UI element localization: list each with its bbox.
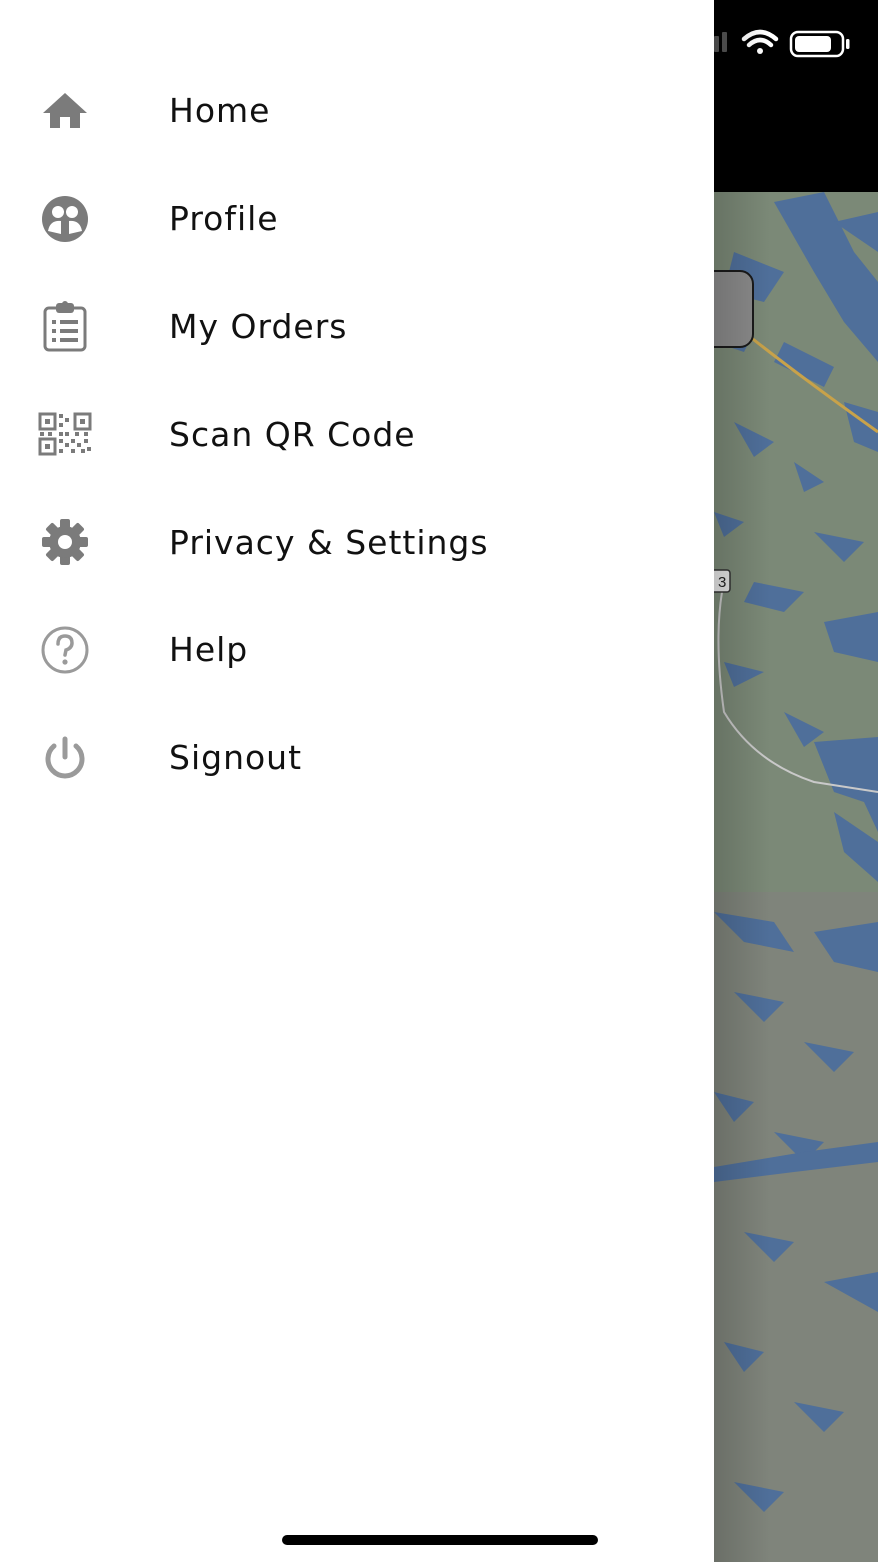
map-view[interactable]: 3: [714, 192, 878, 1562]
app-screen: 3 Home Profile My Orders Scan QR Code Pr…: [0, 0, 878, 1562]
battery-icon: [789, 30, 850, 58]
drawer-menu: Home Profile My Orders Scan QR Code Priv…: [0, 57, 714, 812]
menu-label-profile: Profile: [169, 199, 279, 239]
menu-label-scan-qr-code: Scan QR Code: [169, 414, 416, 454]
menu-label-home: Home: [169, 91, 271, 131]
wifi-icon: [741, 29, 779, 54]
menu-item-profile[interactable]: Profile: [0, 165, 714, 273]
status-bar: [714, 26, 878, 62]
map-search-button[interactable]: [714, 270, 754, 348]
signal-icon: [714, 32, 727, 52]
menu-item-my-orders[interactable]: My Orders: [0, 273, 714, 381]
clipboard-list-icon: [37, 298, 93, 354]
menu-item-home[interactable]: Home: [0, 57, 714, 165]
menu-item-help[interactable]: Help: [0, 596, 714, 704]
route-badge: 3: [714, 569, 731, 593]
app-top-bar: [714, 0, 878, 192]
home-icon: [37, 83, 93, 139]
power-icon: [37, 730, 93, 786]
svg-text:3: 3: [718, 574, 726, 591]
menu-label-help: Help: [169, 630, 249, 670]
menu-label-privacy-settings: Privacy & Settings: [169, 522, 489, 562]
background-map-app[interactable]: 3: [714, 0, 878, 1562]
menu-item-scan-qr-code[interactable]: Scan QR Code: [0, 380, 714, 488]
menu-label-my-orders: My Orders: [169, 306, 348, 346]
menu-item-signout[interactable]: Signout: [0, 704, 714, 812]
menu-item-privacy-settings[interactable]: Privacy & Settings: [0, 488, 714, 596]
profile-icon: [37, 191, 93, 247]
gear-icon: [37, 514, 93, 570]
help-circle-icon: [37, 622, 93, 678]
navigation-drawer: Home Profile My Orders Scan QR Code Priv…: [0, 0, 714, 1562]
qr-code-icon: [37, 406, 93, 462]
home-indicator[interactable]: [282, 1535, 598, 1545]
menu-label-signout: Signout: [169, 738, 303, 778]
